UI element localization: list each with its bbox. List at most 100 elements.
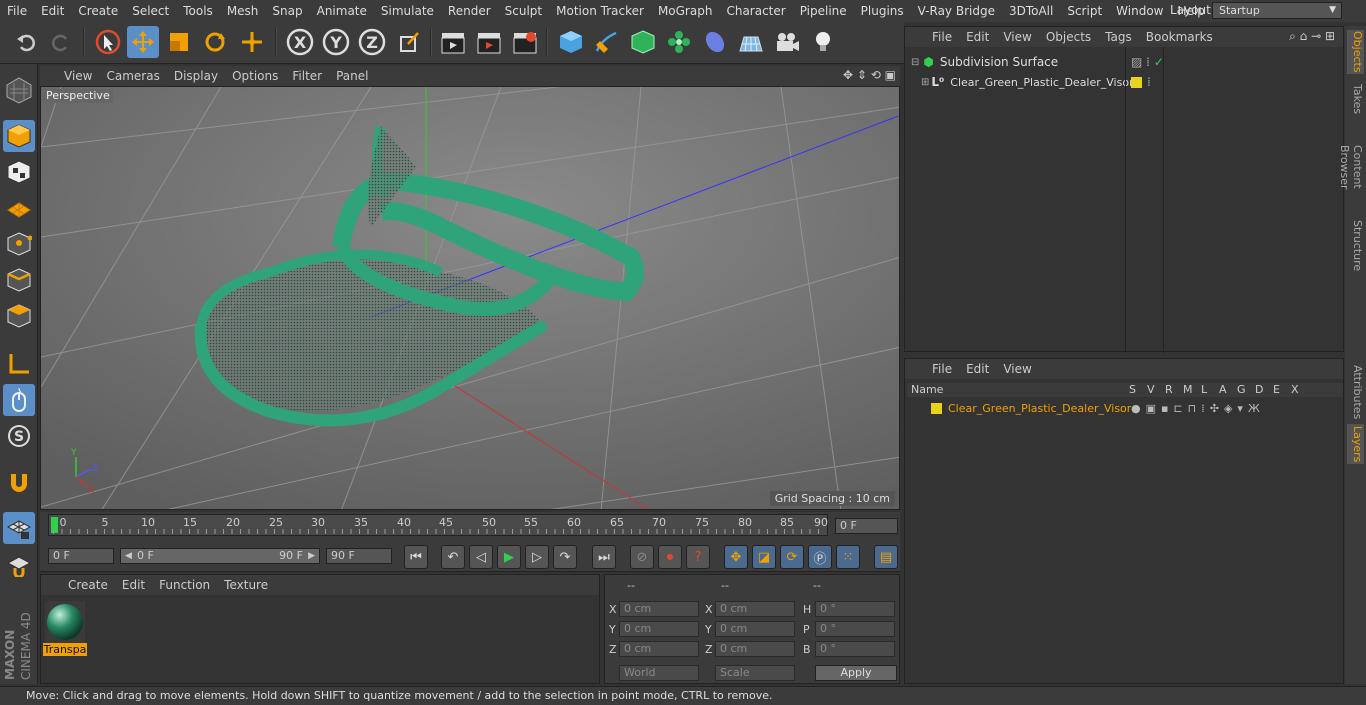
menu-edit[interactable]: Edit — [34, 0, 71, 22]
timeline-window-button[interactable]: ▤ — [874, 545, 898, 569]
redo-button[interactable] — [45, 26, 77, 58]
solo-button[interactable]: S — [3, 420, 35, 452]
tab-structure[interactable]: Structure — [1347, 220, 1364, 272]
key-parameter-button[interactable]: Ⓟ — [808, 545, 832, 569]
menu-plugins[interactable]: Plugins — [854, 0, 911, 22]
viewport-menu-options[interactable]: Options — [225, 69, 285, 83]
tab-content-browser[interactable]: Content Browser — [1338, 124, 1364, 210]
floor-button[interactable] — [735, 26, 767, 58]
layer-menu-edit[interactable]: Edit — [959, 362, 996, 376]
menu-mograph[interactable]: MoGraph — [651, 0, 720, 22]
start-frame-field[interactable]: 0 F — [48, 548, 114, 564]
material-preview[interactable] — [45, 601, 85, 645]
record-active-button[interactable]: ⏺ — [658, 545, 682, 569]
deformer-button[interactable] — [699, 26, 731, 58]
menu-motion-tracker[interactable]: Motion Tracker — [549, 0, 651, 22]
camera-button[interactable] — [771, 26, 803, 58]
rotation-p-field[interactable]: 0 ° — [815, 621, 895, 637]
go-to-end-button[interactable]: ⏭ — [592, 545, 616, 569]
undo-button[interactable] — [10, 26, 42, 58]
polygons-mode-button[interactable] — [3, 300, 35, 332]
object-menu-objects[interactable]: Objects — [1039, 30, 1098, 44]
y-axis-button[interactable]: Y — [320, 26, 352, 58]
record-position-button[interactable]: ⊘ — [630, 545, 654, 569]
menu-file[interactable]: File — [0, 0, 34, 22]
mograph-cloner-button[interactable] — [663, 26, 695, 58]
tab-layers[interactable]: Layers — [1347, 424, 1364, 464]
go-to-start-button[interactable]: ⏮ — [404, 545, 428, 569]
model-mode-button[interactable] — [3, 120, 35, 152]
tab-attributes[interactable]: Attributes — [1347, 364, 1364, 420]
texture-mode-button[interactable] — [3, 156, 35, 188]
visibility-dots[interactable]: ▨ ⁞ ✓ — [1131, 55, 1164, 69]
timeline-ruler[interactable]: 0 5 10 15 20 25 30 35 40 45 50 55 60 65 … — [48, 514, 828, 536]
material-menu-create[interactable]: Create — [61, 578, 115, 592]
menu-vray-bridge[interactable]: V-Ray Bridge — [911, 0, 1002, 22]
menu-render[interactable]: Render — [441, 0, 498, 22]
render-settings-button[interactable] — [509, 26, 541, 58]
axis-mode-button[interactable] — [3, 348, 35, 380]
key-pla-button[interactable]: ⁙ — [836, 545, 860, 569]
viewport-nav-icons[interactable]: ✥ ⇕ ⟲ ▣ — [843, 68, 896, 82]
position-y-field[interactable]: 0 cm — [619, 621, 699, 637]
object-row-visor[interactable]: ⊞ L⁰ Clear_Green_Plastic_Dealer_Visor ⁞ — [905, 73, 1343, 91]
visibility-dots[interactable]: ⁞ — [1147, 75, 1151, 89]
menu-character[interactable]: Character — [719, 0, 792, 22]
points-mode-button[interactable] — [3, 228, 35, 260]
menu-simulate[interactable]: Simulate — [374, 0, 441, 22]
menu-mesh[interactable]: Mesh — [220, 0, 266, 22]
live-select-button[interactable] — [92, 26, 124, 58]
viewport-menu-filter[interactable]: Filter — [285, 69, 329, 83]
menu-tools[interactable]: Tools — [176, 0, 220, 22]
make-editable-button[interactable] — [3, 74, 35, 106]
object-menu-tags[interactable]: Tags — [1098, 30, 1139, 44]
frame-range-slider[interactable]: ◀ 0 F 90 F ▶ — [120, 548, 320, 564]
rotation-h-field[interactable]: 0 ° — [815, 601, 895, 617]
light-button[interactable] — [807, 26, 839, 58]
layer-menu-view[interactable]: View — [996, 362, 1038, 376]
locked-workplane-button[interactable] — [3, 548, 35, 580]
layer-row[interactable]: Clear_Green_Plastic_Dealer_Visor ●▣▪⊏⊓⁞✣… — [905, 399, 1343, 417]
tree-collapse-icon[interactable]: ⊟ — [911, 57, 919, 68]
autokey-button[interactable]: ? — [686, 545, 710, 569]
z-axis-button[interactable]: Z — [356, 26, 388, 58]
menu-sculpt[interactable]: Sculpt — [498, 0, 549, 22]
menu-animate[interactable]: Animate — [310, 0, 374, 22]
menu-window[interactable]: Window — [1109, 0, 1170, 22]
current-frame-field[interactable]: 0 F — [835, 518, 898, 534]
object-menu-view[interactable]: View — [996, 30, 1038, 44]
snap-button[interactable] — [3, 466, 35, 498]
next-key-button[interactable]: ↷ — [553, 545, 577, 569]
material-menu-texture[interactable]: Texture — [217, 578, 275, 592]
layer-menu-file[interactable]: File — [925, 362, 959, 376]
rotation-b-field[interactable]: 0 ° — [815, 641, 895, 657]
key-rotation-button[interactable]: ⟳ — [780, 545, 804, 569]
size-z-field[interactable]: 0 cm — [715, 641, 795, 657]
position-z-field[interactable]: 0 cm — [619, 641, 699, 657]
size-x-field[interactable]: 0 cm — [715, 601, 795, 617]
menu-create[interactable]: Create — [71, 0, 125, 22]
play-button[interactable]: ▶ — [497, 545, 521, 569]
scale-tool-button[interactable] — [163, 26, 195, 58]
edges-mode-button[interactable] — [3, 264, 35, 296]
layer-toggle-icons[interactable]: ●▣▪⊏⊓⁞✣◈▾Ж — [1131, 402, 1265, 415]
layer-color-swatch[interactable] — [1131, 76, 1142, 88]
menu-pipeline[interactable]: Pipeline — [793, 0, 854, 22]
perspective-viewport[interactable]: Y Z X Perspective Grid Spacing : 10 cm — [40, 86, 900, 510]
object-menu-bookmarks[interactable]: Bookmarks — [1139, 30, 1220, 44]
move-tool-button[interactable] — [127, 26, 159, 58]
key-position-button[interactable]: ✥ — [724, 545, 748, 569]
end-frame-field[interactable]: 90 F — [326, 548, 392, 564]
viewport-menu-panel[interactable]: Panel — [329, 69, 375, 83]
workplane-lock-button[interactable] — [3, 512, 35, 544]
tab-objects[interactable]: Objects — [1347, 30, 1364, 74]
layout-select[interactable]: Startup ▼ — [1212, 2, 1342, 19]
material-name[interactable]: Transpa — [43, 643, 87, 656]
key-scale-button[interactable]: ◪ — [752, 545, 776, 569]
search-icon[interactable]: ⌕ ⌂ ⊸ ⊞ — [1289, 29, 1335, 44]
x-axis-button[interactable]: X — [284, 26, 316, 58]
cube-button[interactable] — [555, 26, 587, 58]
size-mode-select[interactable]: Scale — [715, 665, 795, 681]
menu-snap[interactable]: Snap — [265, 0, 309, 22]
viewport-menu-cameras[interactable]: Cameras — [99, 69, 166, 83]
